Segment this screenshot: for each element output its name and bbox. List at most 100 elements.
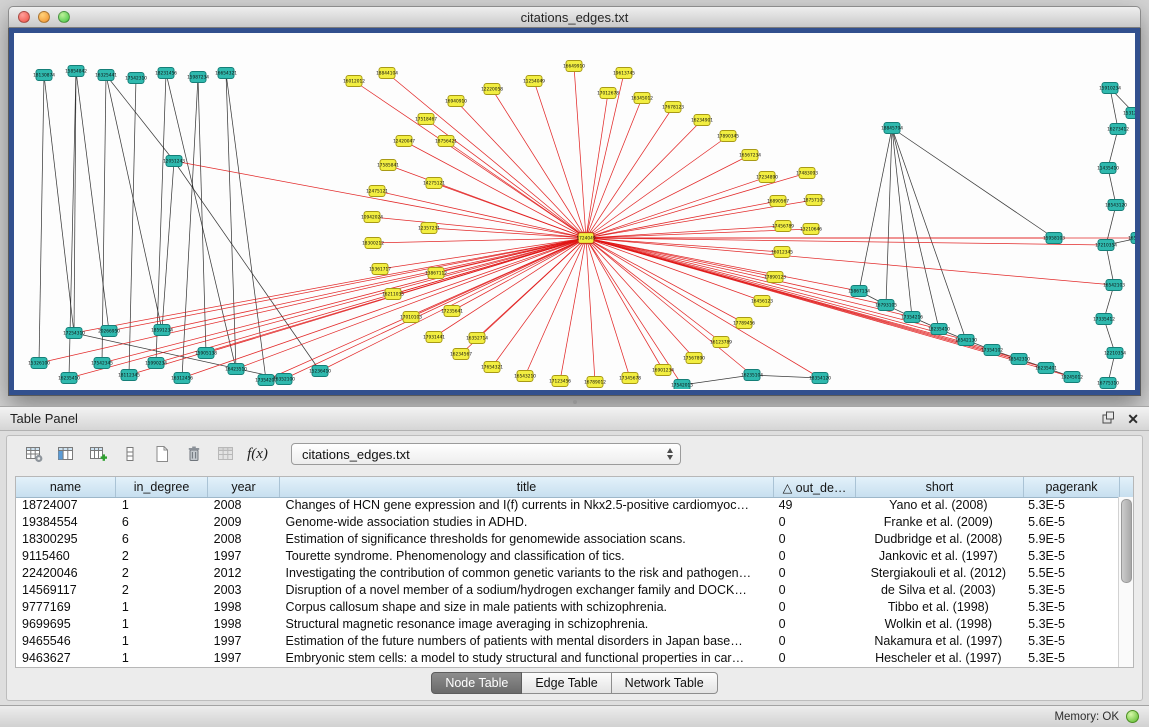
table-row[interactable]: 1938455462009Genome-wide association stu… — [16, 514, 1118, 531]
graph-node[interactable]: 17890123 — [764, 272, 786, 283]
graph-node[interactable]: 12210354 — [1104, 348, 1126, 359]
graph-node[interactable]: 16235104 — [741, 370, 763, 381]
black-edge[interactable] — [182, 77, 198, 378]
table-row[interactable]: 946362711997Embryonic stem cells: a mode… — [16, 650, 1118, 667]
table-row[interactable]: 2242004622012Investigating the contribut… — [16, 565, 1118, 582]
table-row[interactable]: 911546021997Tourette syndrome. Phenomeno… — [16, 548, 1118, 565]
graph-node[interactable]: 16654321 — [215, 68, 237, 79]
graph-node[interactable]: 11254049 — [523, 76, 545, 87]
table-row[interactable]: 969969511998Structural magnetic resonanc… — [16, 616, 1118, 633]
graph-node[interactable]: 15312045 — [1123, 108, 1135, 119]
red-edge[interactable] — [586, 98, 642, 238]
graph-node[interactable]: 16890567 — [767, 196, 789, 207]
tab-network-table[interactable]: Network Table — [612, 672, 718, 694]
graph-node[interactable]: 15987234 — [187, 72, 209, 83]
graph-node[interactable]: 19245012 — [1061, 372, 1083, 383]
show-columns-button[interactable] — [51, 441, 80, 468]
graph-node[interactable]: 17354216 — [901, 312, 923, 323]
graph-node[interactable]: 18542310 — [1008, 354, 1030, 365]
function-builder-button[interactable]: f(x) — [243, 441, 272, 468]
graph-node[interactable]: 18845794 — [881, 123, 903, 134]
graph-node[interactable]: 15326100 — [28, 358, 50, 369]
red-edge[interactable] — [586, 238, 752, 375]
black-edge[interactable] — [226, 73, 236, 369]
graph-node[interactable]: 17234890 — [756, 172, 778, 183]
graph-node[interactable]: 18300212 — [362, 238, 384, 249]
graph-node[interactable]: 16325441 — [95, 70, 117, 81]
red-edge[interactable] — [525, 238, 586, 376]
red-edge[interactable] — [586, 238, 1114, 285]
black-edge[interactable] — [39, 75, 44, 363]
black-edge[interactable] — [106, 75, 174, 161]
graph-node[interactable]: 17542345 — [91, 358, 113, 369]
graph-node[interactable]: 16012345 — [771, 247, 793, 258]
column-header-out_de[interactable]: △ out_de… — [774, 477, 856, 497]
table-row[interactable]: 1872400712008Changes of HCN gene express… — [16, 497, 1118, 514]
graph-node[interactable]: 17235641 — [441, 306, 463, 317]
graph-node[interactable]: 16345012 — [631, 93, 653, 104]
graph-node[interactable]: 16542103 — [1103, 280, 1125, 291]
graph-hub-node[interactable]: 1724049 — [576, 233, 595, 244]
graph-node[interactable]: 17345678 — [619, 373, 641, 384]
column-header-year[interactable]: year — [208, 477, 280, 497]
new-document-button[interactable] — [147, 441, 176, 468]
graph-node[interactable]: 16793105 — [875, 300, 897, 311]
red-edge[interactable] — [284, 238, 586, 379]
graph-node[interactable]: 18756421 — [435, 136, 457, 147]
float-panel-icon[interactable] — [1102, 411, 1115, 427]
black-edge[interactable] — [106, 75, 162, 330]
graph-node[interactable]: 20266950 — [98, 326, 120, 337]
delete-button[interactable] — [179, 441, 208, 468]
graph-node[interactable]: 17335412 — [1093, 314, 1115, 325]
column-header-in_degree[interactable]: in_degree — [116, 477, 208, 497]
table-row[interactable]: 1456911722003Disruption of a novel membe… — [16, 582, 1118, 599]
graph-node[interactable]: 12220058 — [481, 84, 503, 95]
red-edge[interactable] — [586, 238, 663, 370]
graph-node[interactable]: 12357231 — [418, 223, 440, 234]
minimize-window-button[interactable] — [38, 11, 50, 23]
black-edge[interactable] — [129, 78, 136, 375]
red-edge[interactable] — [586, 120, 702, 238]
graph-node[interactable]: 18231456 — [155, 68, 177, 79]
graph-node[interactable]: 17354102 — [981, 345, 1003, 356]
import-table-button[interactable] — [211, 441, 240, 468]
graph-node[interactable]: 16123789 — [710, 337, 732, 348]
graph-node[interactable]: 17254310 — [63, 328, 85, 339]
graph-node[interactable]: 17518467 — [415, 114, 437, 125]
graph-node[interactable]: 16352714 — [466, 333, 488, 344]
red-edge[interactable] — [492, 89, 586, 238]
red-edge[interactable] — [182, 238, 586, 378]
red-edge[interactable] — [373, 238, 586, 243]
graph-node[interactable]: 15910234 — [1099, 83, 1121, 94]
graph-node[interactable]: 15990234 — [145, 358, 167, 369]
red-edge[interactable] — [586, 155, 750, 238]
graph-node[interactable]: 12051243 — [163, 156, 185, 167]
graph-node[interactable]: 16235401 — [1035, 363, 1057, 374]
graph-node[interactable]: 16423510 — [225, 364, 247, 375]
table-selector-dropdown[interactable]: citations_edges.txt — [291, 443, 681, 465]
red-edge[interactable] — [102, 238, 586, 363]
red-edge[interactable] — [162, 238, 586, 330]
black-edge[interactable] — [892, 128, 1054, 238]
black-edge[interactable] — [892, 128, 939, 329]
black-edge[interactable] — [1110, 88, 1118, 129]
graph-node[interactable]: 16012012 — [343, 76, 365, 87]
graph-node[interactable]: 18112345 — [118, 370, 140, 381]
graph-node[interactable]: 10942024 — [361, 212, 383, 223]
graph-node[interactable]: 16312456 — [171, 373, 193, 384]
tab-edge-table[interactable]: Edge Table — [522, 672, 611, 694]
graph-node[interactable]: 17456789 — [772, 221, 794, 232]
black-edge[interactable] — [102, 75, 106, 363]
red-edge[interactable] — [372, 217, 586, 238]
red-edge[interactable] — [586, 238, 744, 323]
graph-node[interactable]: 16234567 — [450, 349, 472, 360]
red-edge[interactable] — [266, 238, 586, 380]
red-edge[interactable] — [586, 238, 1072, 377]
table-row[interactable]: 1830029562008Estimation of significance … — [16, 531, 1118, 548]
column-header-short[interactable]: short — [856, 477, 1024, 497]
add-column-button[interactable] — [83, 441, 112, 468]
graph-node[interactable]: 16543210 — [514, 371, 536, 382]
close-panel-icon[interactable]: ✕ — [1127, 412, 1139, 426]
graph-node[interactable]: 15867134 — [848, 286, 870, 297]
black-edge[interactable] — [166, 73, 236, 369]
